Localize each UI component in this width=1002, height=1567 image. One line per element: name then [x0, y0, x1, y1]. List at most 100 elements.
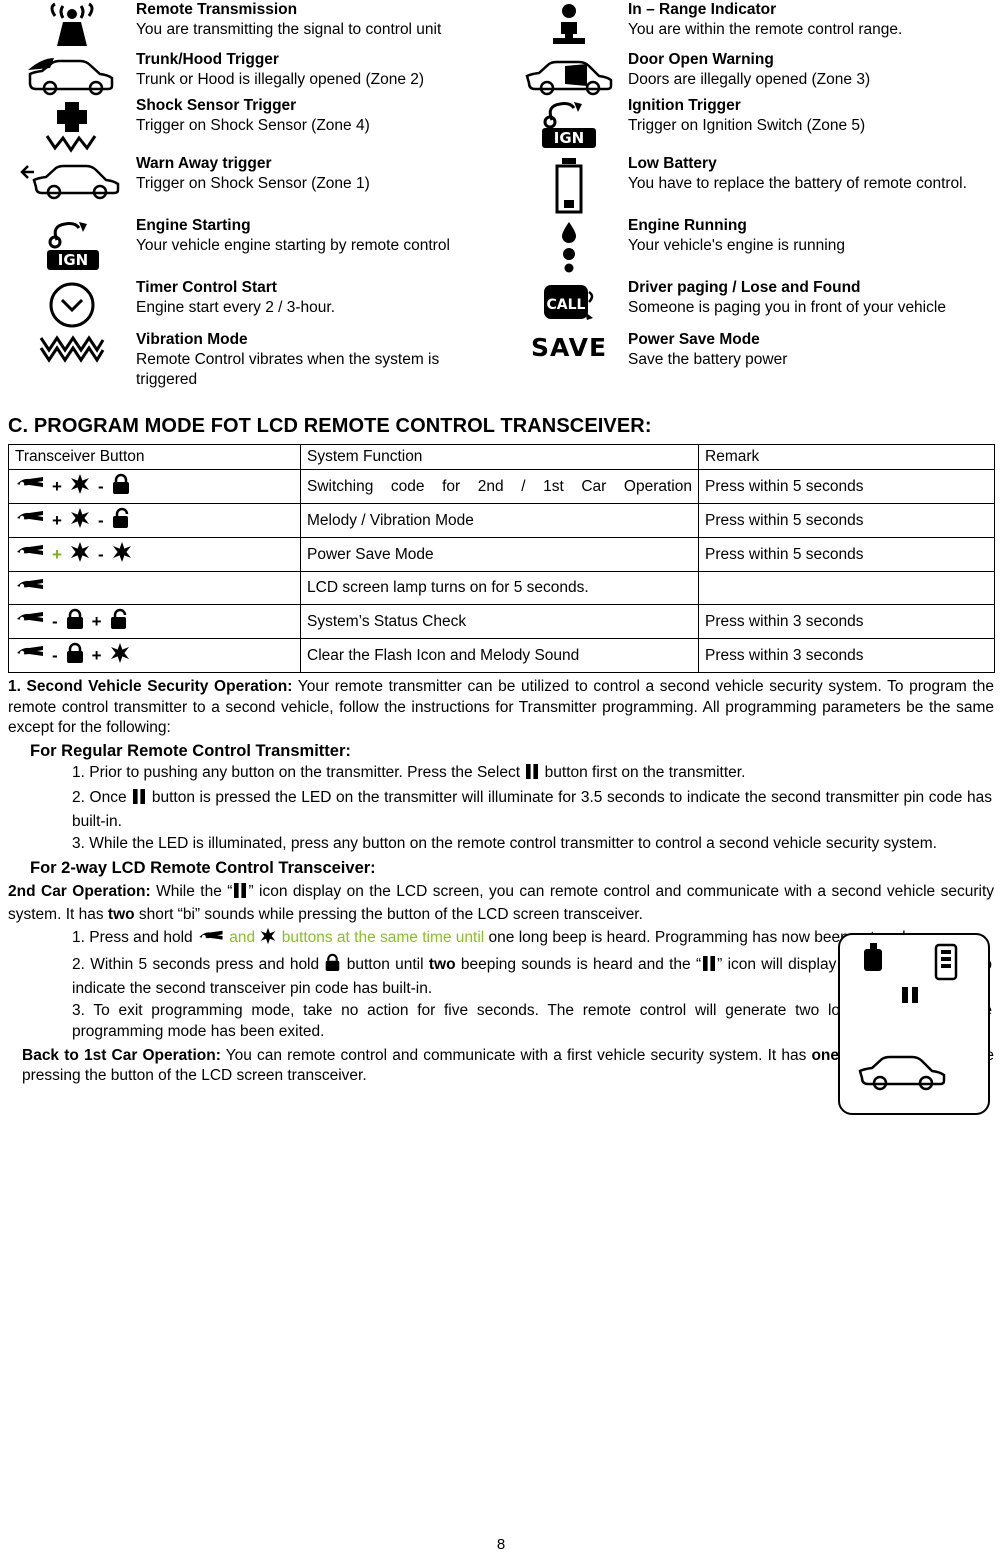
key-lock-icon [15, 543, 45, 566]
button-combination-cell: - + [8, 604, 301, 640]
legend-text-cell: Engine Starting Your vehicle engine star… [136, 216, 510, 278]
legend-text-cell: Door Open Warning Doors are illegally op… [628, 50, 994, 96]
door-open-warning-icon [510, 50, 628, 96]
minus-operator: - [52, 645, 58, 665]
legend-desc: Someone is paging you in front of your v… [628, 298, 946, 316]
trunk-hood-trigger-icon [8, 50, 136, 96]
step-text: 3. While the LED is illuminated, press a… [72, 835, 937, 853]
star-icon [69, 541, 91, 568]
second-car-text-a: While the “ [150, 882, 233, 900]
legend-desc: Trunk or Hood is illegally opened (Zone … [136, 70, 425, 88]
back-to-first-car-label: Back to 1st Car Operation: [22, 1047, 221, 1065]
second-vehicle-paragraph: 1. Second Vehicle Security Operation: Yo… [8, 677, 994, 737]
legend-title: Trunk/Hood Trigger [136, 51, 279, 68]
plus-operator: + [52, 476, 62, 496]
table-row: + - Melody / Vibration Mode Press within… [8, 503, 995, 539]
legend-desc: Trigger on Shock Sensor (Zone 1) [136, 174, 370, 192]
padlock-closed-icon [111, 473, 131, 500]
svg-text:IGN: IGN [554, 129, 584, 147]
key-lock-icon [15, 577, 45, 600]
system-function-cell: Clear the Flash Icon and Melody Sound [300, 638, 699, 674]
key-lock-icon [15, 509, 45, 532]
remark-cell: Press within 3 seconds [698, 604, 995, 640]
step-text-cont2: beeping sounds is heard and the “ [460, 956, 702, 974]
legend-desc: Your vehicle engine starting by remote c… [136, 236, 450, 254]
star-icon [259, 927, 277, 951]
step-text: 2. Once [72, 789, 127, 807]
minus-operator: - [97, 476, 104, 496]
button-combination-cell: + - [8, 503, 301, 539]
padlock-open-icon [109, 608, 131, 635]
legend-text-cell: Ignition Trigger Trigger on Ignition Swi… [628, 96, 994, 154]
legend-title: Low Battery [628, 155, 717, 172]
select-button-icon [232, 882, 248, 905]
step-text-cont: button first on the transmitter. [544, 763, 746, 781]
button-combination-cell: - + [8, 638, 301, 674]
legend-desc: You are transmitting the signal to contr… [136, 20, 442, 38]
column-header-transceiver-button: Transceiver Button [8, 444, 301, 471]
engine-running-icon [510, 216, 628, 278]
svg-text:SAVE: SAVE [531, 333, 607, 362]
star-icon [69, 473, 91, 500]
table-row: + - Switching code for 2nd / 1st Car Ope… [8, 469, 995, 505]
program-mode-table: Transceiver Button System Function Remar… [8, 444, 995, 674]
table-row: + - Power Save Mode Press within 5 secon… [8, 537, 995, 573]
legend-text-cell: Power Save Mode Save the battery power [628, 330, 994, 393]
legend-title: Driver paging / Lose and Found [628, 279, 861, 296]
legend-title: Remote Transmission [136, 1, 298, 18]
minus-operator: - [97, 544, 104, 564]
bottom-section: 1. Press and hold and buttons at the sam… [8, 927, 994, 1115]
step-text: 1. Prior to pushing any button on the tr… [72, 763, 521, 781]
legend-title: Warn Away trigger [136, 155, 272, 172]
key-lock-icon [15, 475, 45, 498]
svg-text:IGN: IGN [58, 251, 88, 269]
legend-text-cell: Shock Sensor Trigger Trigger on Shock Se… [136, 96, 510, 154]
in-range-indicator-icon [510, 0, 628, 50]
legend-text-cell: Driver paging / Lose and Found Someone i… [628, 278, 994, 330]
power-save-mode-icon: SAVE [510, 330, 628, 393]
plus-operator: + [91, 611, 102, 631]
key-lock-icon [15, 644, 45, 667]
system-function-cell: Power Save Mode [300, 537, 699, 573]
legend-desc: Engine start every 2 / 3-hour. [136, 298, 336, 316]
manual-page: Remote Transmission You are transmitting… [0, 0, 1002, 1567]
step-text: 1. Press and hold [72, 929, 193, 946]
shock-sensor-trigger-icon [8, 96, 136, 154]
legend-title: Power Save Mode [628, 331, 760, 348]
system-function-cell: Switching code for 2nd / 1st Car Operati… [300, 469, 699, 505]
warn-away-trigger-icon [8, 154, 136, 216]
ignition-trigger-icon: IGN [510, 96, 628, 154]
list-item: 3. While the LED is illuminated, press a… [72, 834, 992, 854]
legend-text-cell: Vibration Mode Remote Control vibrates w… [136, 330, 510, 393]
second-car-text-c: short “bi” sounds while pressing the but… [134, 905, 643, 923]
select-button-icon [701, 955, 717, 978]
legend-desc: You are within the remote control range. [628, 20, 903, 38]
legend-text-cell: Engine Running Your vehicle's engine is … [628, 216, 994, 278]
system-function-cell: LCD screen lamp turns on for 5 seconds. [300, 571, 699, 606]
regular-transmitter-steps: 1. Prior to pushing any button on the tr… [8, 763, 992, 855]
legend-title: Shock Sensor Trigger [136, 97, 297, 114]
vibration-mode-icon [8, 330, 136, 393]
minus-operator: - [52, 611, 58, 631]
padlock-closed-icon [65, 642, 85, 669]
legend-text-cell: In – Range Indicator You are within the … [628, 0, 994, 50]
legend-desc: Doors are illegally opened (Zone 3) [628, 70, 871, 88]
key-lock-icon [197, 929, 225, 951]
engine-starting-icon: IGN [8, 216, 136, 278]
legend-text-cell: Remote Transmission You are transmitting… [136, 0, 510, 50]
star-icon [111, 541, 133, 568]
legend-title: Ignition Trigger [628, 97, 741, 114]
system-function-cell: System’s Status Check [300, 604, 699, 640]
lcd-remote-illustration [838, 933, 990, 1115]
table-row: LCD screen lamp turns on for 5 seconds. [8, 571, 995, 606]
table-header-row: Transceiver Button System Function Remar… [8, 444, 995, 471]
remark-cell: Press within 3 seconds [698, 638, 995, 674]
step-text-green: buttons at the same time until [281, 929, 485, 946]
remark-cell [698, 571, 995, 606]
back-text-a: You can remote control and communicate w… [220, 1047, 812, 1065]
lcd-transceiver-subheading: For 2-way LCD Remote Control Transceiver… [30, 858, 376, 877]
button-combination-cell [8, 571, 301, 606]
button-combination-cell: + - [8, 469, 301, 505]
legend-desc: Your vehicle's engine is running [628, 236, 845, 254]
step-text: 2. Within 5 seconds press and hold [72, 956, 320, 974]
